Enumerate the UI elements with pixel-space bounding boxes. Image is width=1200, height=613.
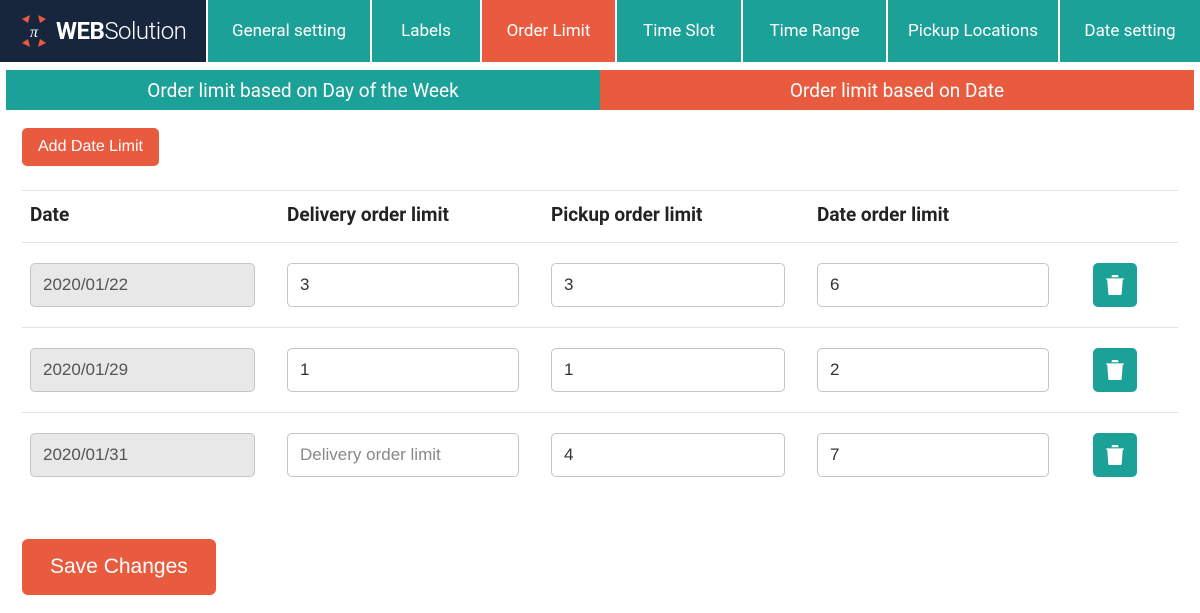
col-header-delivery: Delivery order limit xyxy=(287,203,551,226)
top-nav: π WEBSolution General setting Labels Ord… xyxy=(0,0,1200,64)
tab-based-on-date[interactable]: Order limit based on Date xyxy=(600,70,1194,110)
col-header-date: Date xyxy=(22,203,287,226)
logo-text: WEBSolution xyxy=(56,17,186,45)
date-input[interactable] xyxy=(30,433,255,477)
nav-time-slot[interactable]: Time Slot xyxy=(615,0,741,62)
date-order-input[interactable] xyxy=(817,263,1049,307)
trash-icon xyxy=(1106,445,1124,465)
svg-text:π: π xyxy=(30,24,39,41)
table-row xyxy=(22,328,1178,413)
delivery-input[interactable] xyxy=(287,348,519,392)
add-date-limit-button[interactable]: Add Date Limit xyxy=(22,128,159,166)
nav-order-limit[interactable]: Order Limit xyxy=(480,0,615,62)
logo: π WEBSolution xyxy=(0,0,206,62)
table-row xyxy=(22,243,1178,328)
col-header-pickup: Pickup order limit xyxy=(551,203,817,226)
date-order-input[interactable] xyxy=(817,348,1049,392)
trash-icon xyxy=(1106,275,1124,295)
sub-tabs: Order limit based on Day of the Week Ord… xyxy=(6,70,1194,110)
delivery-input[interactable] xyxy=(287,433,519,477)
nav-labels[interactable]: Labels xyxy=(370,0,480,62)
pickup-input[interactable] xyxy=(551,433,785,477)
nav-pickup-locations[interactable]: Pickup Locations xyxy=(886,0,1058,62)
pickup-input[interactable] xyxy=(551,348,785,392)
date-input[interactable] xyxy=(30,348,255,392)
date-input[interactable] xyxy=(30,263,255,307)
nav-time-range[interactable]: Time Range xyxy=(741,0,886,62)
tab-day-of-week[interactable]: Order limit based on Day of the Week xyxy=(6,70,600,110)
table-header: Date Delivery order limit Pickup order l… xyxy=(22,190,1178,243)
col-header-action xyxy=(1081,203,1137,226)
pickup-input[interactable] xyxy=(551,263,785,307)
col-header-date-order: Date order limit xyxy=(817,203,1081,226)
save-changes-button[interactable]: Save Changes xyxy=(22,539,216,595)
nav-date-setting[interactable]: Date setting xyxy=(1058,0,1200,62)
nav-general-setting[interactable]: General setting xyxy=(206,0,370,62)
delete-button[interactable] xyxy=(1093,433,1137,477)
trash-icon xyxy=(1106,360,1124,380)
delete-button[interactable] xyxy=(1093,348,1137,392)
content-area: Add Date Limit Date Delivery order limit… xyxy=(0,110,1200,613)
pi-logo-icon: π xyxy=(18,15,50,47)
delete-button[interactable] xyxy=(1093,263,1137,307)
table-row xyxy=(22,413,1178,497)
delivery-input[interactable] xyxy=(287,263,519,307)
date-order-input[interactable] xyxy=(817,433,1049,477)
